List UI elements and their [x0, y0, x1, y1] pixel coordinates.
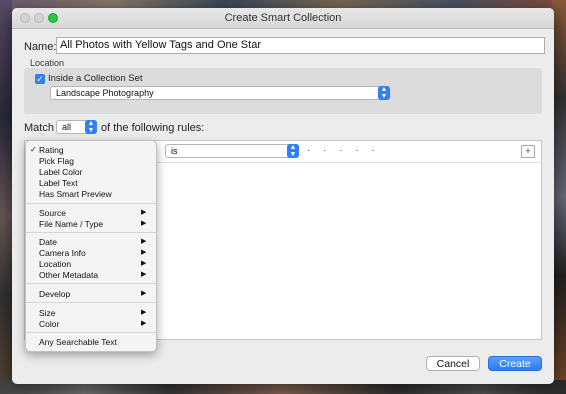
chevron-updown-icon: ▲ ▼ [287, 144, 299, 158]
rule-field-dropdown-menu: ✓ Rating Pick Flag Label Color Label Tex… [25, 140, 157, 352]
chevron-updown-icon: ▲ ▼ [378, 86, 390, 100]
checkmark-icon: ✓ [30, 145, 37, 154]
submenu-arrow-icon: ▶ [141, 271, 147, 278]
window-title: Create Smart Collection [224, 12, 342, 24]
close-window-button[interactable] [20, 13, 30, 23]
menu-item-label: Develop [39, 289, 71, 299]
menu-item-color[interactable]: Color [39, 319, 59, 329]
submenu-arrow-icon: ▶ [141, 290, 147, 297]
rules-label: of the following rules: [101, 122, 205, 134]
menu-item-label: Has Smart Preview [39, 189, 112, 199]
location-label: Location [30, 58, 65, 68]
menu-item-label: Size [39, 308, 56, 318]
title-bar: Create Smart Collection [12, 8, 554, 29]
menu-item-size[interactable]: Size [39, 308, 56, 318]
menu-separator [26, 283, 156, 284]
menu-item-label: Location [39, 259, 72, 269]
menu-item-label: Source [39, 208, 66, 218]
rule-operator-select[interactable]: is ▲ ▼ [165, 144, 299, 158]
name-field[interactable]: All Photos with Yellow Tags and One Star [56, 37, 545, 54]
submenu-arrow-icon: ▶ [141, 260, 147, 267]
submenu-arrow-icon: ▶ [141, 309, 147, 316]
name-label: Name: [24, 41, 57, 53]
menu-separator [26, 302, 156, 303]
match-value: all [62, 122, 72, 132]
background-photo-strip-left [0, 0, 12, 394]
menu-item-develop[interactable]: Develop [39, 289, 70, 299]
rating-stars-placeholder[interactable]: · · · · · [307, 145, 380, 156]
menu-separator [26, 332, 156, 333]
menu-item-any-searchable-text[interactable]: Any Searchable Text [39, 337, 117, 347]
submenu-arrow-icon: ▶ [141, 209, 147, 216]
menu-item-label: Other Metadata [39, 270, 99, 280]
menu-item-other-metadata[interactable]: Other Metadata [39, 270, 98, 280]
menu-item-label-color[interactable]: Label Color [39, 167, 82, 177]
minimize-window-button[interactable] [34, 13, 44, 23]
menu-item-label: Label Color [39, 167, 83, 177]
menu-item-date[interactable]: Date [39, 237, 57, 247]
add-rule-button[interactable]: + [521, 145, 535, 158]
menu-item-label: Date [39, 237, 57, 247]
menu-separator [26, 232, 156, 233]
match-label: Match [24, 122, 54, 134]
submenu-arrow-icon: ▶ [141, 249, 147, 256]
menu-item-label: File Name / Type [39, 219, 104, 229]
submenu-arrow-icon: ▶ [141, 320, 147, 327]
menu-item-camera-info[interactable]: Camera Info [39, 248, 86, 258]
menu-item-label-text[interactable]: Label Text [39, 178, 78, 188]
menu-item-label: Any Searchable Text [39, 337, 117, 347]
chevron-updown-icon: ▲ ▼ [85, 120, 97, 134]
match-select[interactable]: all ▲ ▼ [56, 120, 97, 134]
collection-set-select[interactable]: Landscape Photography ▲ ▼ [50, 86, 390, 100]
menu-item-rating[interactable]: ✓ Rating [30, 145, 64, 155]
background-photo-strip-right [552, 0, 566, 394]
menu-item-location[interactable]: Location [39, 259, 71, 269]
menu-separator [26, 203, 156, 204]
create-button[interactable]: Create [488, 356, 542, 371]
menu-item-label: Label Text [39, 178, 78, 188]
submenu-arrow-icon: ▶ [141, 220, 147, 227]
menu-item-label: Color [39, 319, 60, 329]
cancel-button[interactable]: Cancel [426, 356, 480, 371]
zoom-window-button[interactable] [48, 13, 58, 23]
inside-collection-set-label: Inside a Collection Set [48, 73, 143, 84]
menu-item-file-name-type[interactable]: File Name / Type [39, 219, 103, 229]
menu-item-label: Rating [39, 145, 64, 155]
inside-collection-set-checkbox[interactable]: ✓ [35, 74, 45, 84]
menu-item-pick-flag[interactable]: Pick Flag [39, 156, 74, 166]
collection-set-value: Landscape Photography [56, 88, 154, 98]
menu-item-label: Pick Flag [39, 156, 74, 166]
rule-operator-value: is [171, 146, 178, 156]
menu-item-label: Camera Info [39, 248, 86, 258]
menu-item-has-smart-preview[interactable]: Has Smart Preview [39, 189, 112, 199]
submenu-arrow-icon: ▶ [141, 238, 147, 245]
menu-item-source[interactable]: Source [39, 208, 66, 218]
